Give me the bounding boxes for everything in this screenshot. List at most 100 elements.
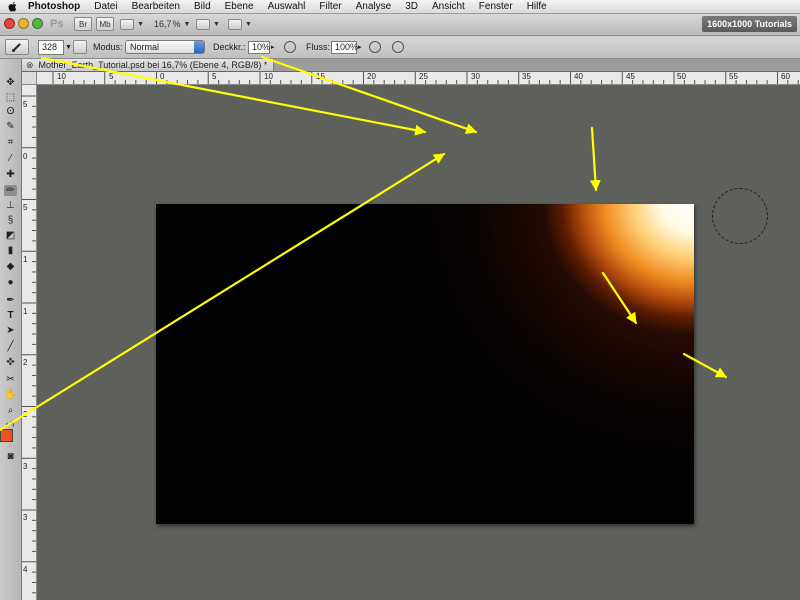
opacity-pressure-toggle[interactable] (284, 39, 296, 55)
ruler-label: 40 (574, 72, 583, 81)
ruler-label: 5 (212, 72, 217, 81)
chevron-down-icon: ▼ (213, 20, 220, 28)
menu-3d[interactable]: 3D (405, 1, 418, 12)
foreground-color-swatch[interactable] (0, 429, 13, 442)
zoom-level-dropdown[interactable]: 16,7 % ▼ (154, 17, 190, 31)
ruler-label: 0 (160, 72, 165, 81)
menu-ansicht[interactable]: Ansicht (432, 1, 465, 12)
menu-bild[interactable]: Bild (194, 1, 211, 12)
menu-filter[interactable]: Filter (319, 1, 341, 12)
menu-bearbeiten[interactable]: Bearbeiten (132, 1, 180, 12)
opacity-field[interactable]: 10% ▸ (248, 39, 275, 55)
chevron-right-icon: ▸ (358, 44, 362, 51)
chevron-down-icon: ▼ (245, 20, 252, 28)
ruler-origin[interactable] (22, 72, 37, 85)
flow-label: Fluss: (306, 42, 331, 52)
ruler-label: 3 (23, 462, 28, 471)
toolbox: ✥ ⬚ ʘ ✎ ⌗ ⁄ ✚ ✏ ⊥ § ◩ ▮ ◆ ● ✒ T ➤ ╱ ✜ ✂ … (0, 59, 22, 600)
close-icon[interactable]: ⊗ (26, 60, 34, 71)
menu-auswahl[interactable]: Auswahl (268, 1, 306, 12)
horizontal-ruler[interactable]: 10 5 0 5 10 15 20 25 30 35 40 45 50 55 6… (37, 72, 800, 85)
brush-size-picker[interactable]: 328 ▼ (38, 39, 72, 55)
size-pressure-toggle[interactable] (392, 39, 404, 55)
screen-mode-dropdown[interactable]: ▼ (228, 17, 252, 31)
path-select-icon[interactable]: ➤ (4, 325, 17, 336)
ruler-label: 0 (23, 152, 28, 161)
view-extras-icon (120, 18, 134, 30)
crop-icon[interactable]: ⌗ (4, 137, 17, 148)
pressure-icon (284, 41, 296, 53)
flow-value: 100% (331, 40, 358, 54)
mini-bridge-button[interactable]: Mb (96, 17, 114, 31)
quick-select-icon[interactable]: ✎ (4, 121, 17, 132)
brush-panel-toggle[interactable] (73, 39, 87, 55)
application-bar: Ps Br Mb ▼ 16,7 % ▼ ▼ ▼ 1600x1000 Tutori… (0, 14, 800, 36)
ruler-label: 1 (23, 307, 28, 316)
workspace-switcher[interactable]: 1600x1000 Tutorials (702, 16, 797, 32)
zoom-level-value: 16,7 (154, 19, 172, 29)
opacity-value: 10% (248, 40, 270, 54)
ruler-label: 30 (471, 72, 480, 81)
ruler-label: 10 (57, 72, 66, 81)
apple-icon[interactable] (8, 1, 18, 12)
lasso-icon[interactable]: ʘ (4, 106, 17, 117)
3d-rotate-icon[interactable]: ✜ (4, 357, 17, 368)
minimize-window-button[interactable] (18, 18, 29, 29)
3d-camera-icon[interactable]: ✂ (4, 374, 17, 385)
eraser-icon[interactable]: ◩ (4, 230, 17, 241)
close-window-button[interactable] (4, 18, 15, 29)
ruler-label: 5 (23, 203, 28, 212)
tool-preset-picker[interactable] (5, 39, 29, 55)
flow-field[interactable]: 100% ▸ (331, 39, 362, 55)
menu-bar: Photoshop Datei Bearbeiten Bild Ebene Au… (0, 0, 800, 14)
menu-photoshop[interactable]: Photoshop (28, 1, 80, 12)
chevron-down-icon: ▼ (65, 43, 72, 51)
chevron-down-icon: ▼ (183, 20, 191, 28)
history-brush-icon[interactable]: § (4, 215, 17, 226)
bridge-button[interactable]: Br (74, 17, 92, 31)
menu-fenster[interactable]: Fenster (479, 1, 513, 12)
ruler-label: 3 (23, 513, 28, 522)
airbrush-toggle[interactable] (369, 39, 381, 55)
quick-mask-icon[interactable]: ◙ (4, 451, 17, 462)
view-extras-dropdown[interactable]: ▼ (120, 17, 144, 31)
ruler-label: 2 (23, 410, 28, 419)
ruler-label: 5 (109, 72, 114, 81)
chevron-down-icon: ▼ (137, 20, 144, 28)
blur-icon[interactable]: ◆ (4, 261, 17, 272)
move-icon[interactable]: ✥ (4, 77, 17, 88)
document-canvas[interactable] (156, 204, 694, 524)
brush-panel-icon (73, 40, 87, 54)
type-icon[interactable]: T (4, 310, 17, 321)
stamp-icon[interactable]: ⊥ (4, 200, 17, 211)
vertical-ruler[interactable]: 5 0 5 1 1 2 2 3 3 4 (22, 72, 37, 600)
airbrush-icon (369, 41, 381, 53)
arrange-icon (196, 18, 210, 30)
brush-icon[interactable]: ✏ (4, 185, 17, 196)
options-bar: 328 ▼ Modus: Normal Deckkr.: 10% ▸ Fluss… (0, 36, 800, 59)
gradient-icon[interactable]: ▮ (4, 245, 17, 256)
pen-icon[interactable]: ✒ (4, 295, 17, 306)
ruler-label: 35 (522, 72, 531, 81)
arrange-documents-dropdown[interactable]: ▼ (196, 17, 220, 31)
menu-ebene[interactable]: Ebene (225, 1, 254, 12)
menu-datei[interactable]: Datei (94, 1, 117, 12)
document-tab[interactable]: ⊗ Mother_Earth_Tutorial.psd bei 16,7% (E… (22, 59, 275, 71)
document-tab-bar: ⊗ Mother_Earth_Tutorial.psd bei 16,7% (E… (22, 59, 800, 72)
zoom-icon[interactable]: ⌕ (4, 405, 17, 416)
mode-select-value: Normal (130, 42, 160, 52)
healing-icon[interactable]: ✚ (4, 169, 17, 180)
ruler-label: 10 (264, 72, 273, 81)
eyedropper-icon[interactable]: ⁄ (4, 153, 17, 164)
dodge-icon[interactable]: ● (4, 277, 17, 288)
hand-icon[interactable]: ✋ (4, 389, 17, 400)
mode-select[interactable]: Normal (125, 39, 205, 55)
mode-label: Modus: (93, 42, 123, 52)
chevron-down-icon (194, 41, 204, 53)
ps-logo: Ps (50, 18, 64, 30)
menu-hilfe[interactable]: Hilfe (527, 1, 547, 12)
menu-analyse[interactable]: Analyse (356, 1, 392, 12)
shape-icon[interactable]: ╱ (4, 341, 17, 352)
marquee-icon[interactable]: ⬚ (4, 92, 17, 103)
zoom-window-button[interactable] (32, 18, 43, 29)
